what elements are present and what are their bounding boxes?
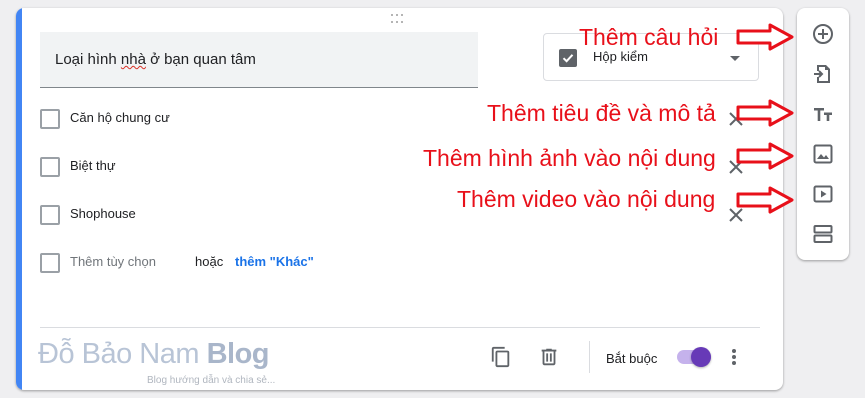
duplicate-icon[interactable]: [490, 346, 512, 368]
watermark-name: Đỗ Bảo Nam: [38, 338, 207, 370]
watermark-tagline: Blog hướng dẫn và chia sẻ...: [147, 375, 276, 386]
import-questions-icon[interactable]: [811, 62, 835, 86]
option-checkbox[interactable]: [40, 205, 60, 225]
annotation-add-title: Thêm tiêu đề và mô tả: [487, 100, 716, 126]
option-label[interactable]: Shophouse: [70, 206, 136, 221]
footer-separator: [589, 341, 590, 373]
add-circle-icon[interactable]: [811, 22, 835, 46]
image-icon[interactable]: [811, 142, 835, 166]
title-text-icon[interactable]: [811, 102, 835, 126]
watermark-name-bold: Blog: [206, 338, 270, 370]
question-type-label: Hộp kiểm: [593, 49, 648, 64]
question-title-suffix: ở bạn quan tâm: [145, 51, 256, 68]
question-title-prefix: Loại hình: [55, 51, 121, 68]
watermark-logo: Đỗ Bảo Nam Blog: [38, 338, 270, 371]
more-options-icon[interactable]: [732, 349, 736, 365]
required-toggle[interactable]: [677, 347, 711, 367]
delete-icon[interactable]: [538, 346, 560, 368]
floating-toolbar: [797, 8, 849, 260]
annotation-add-image: Thêm hình ảnh vào nội dung: [423, 145, 716, 171]
option-checkbox[interactable]: [40, 157, 60, 177]
option-checkbox[interactable]: [40, 109, 60, 129]
footer-divider: [40, 327, 760, 328]
option-label[interactable]: Biệt thự: [70, 158, 116, 173]
annotation-arrow-icon: [736, 99, 794, 127]
annotation-add-video: Thêm video vào nội dung: [457, 186, 716, 212]
annotation-arrow-icon: [736, 142, 794, 170]
add-option-button[interactable]: Thêm tùy chọn: [70, 254, 156, 269]
section-icon[interactable]: [811, 222, 835, 246]
or-text: hoặc: [195, 254, 224, 269]
option-checkbox: [40, 253, 60, 273]
add-other-link[interactable]: thêm "Khác": [235, 254, 314, 269]
question-title-misspelled-word: nhà: [120, 51, 146, 68]
video-icon[interactable]: [811, 182, 835, 206]
annotation-add-question: Thêm câu hỏi: [579, 24, 719, 50]
required-label: Bắt buộc: [606, 351, 658, 366]
active-accent-bar: [16, 8, 22, 390]
toggle-knob: [691, 347, 711, 367]
dropdown-arrow-icon: [730, 56, 740, 61]
question-title-input[interactable]: Loại hình nhà ở bạn quan tâm: [40, 32, 478, 88]
annotation-arrow-icon: [736, 186, 794, 214]
checkbox-icon: [559, 49, 577, 67]
annotation-arrow-icon: [736, 23, 794, 51]
option-label[interactable]: Căn hộ chung cư: [70, 110, 170, 125]
drag-handle-icon[interactable]: [391, 14, 405, 24]
